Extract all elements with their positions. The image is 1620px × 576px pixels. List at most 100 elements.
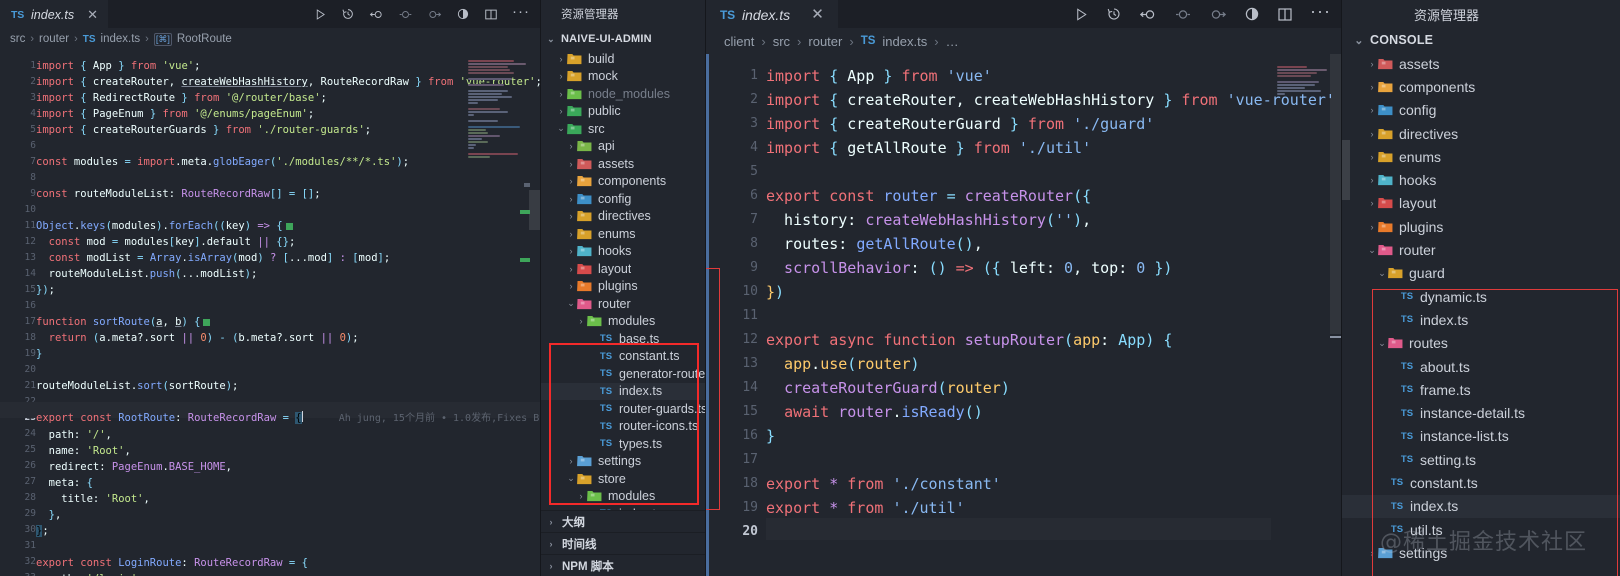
file-item-instance-detail-ts[interactable]: ›TSinstance-detail.ts [1342, 401, 1620, 424]
folder-icon [577, 454, 593, 468]
more-actions-icon[interactable]: ··· [512, 4, 530, 20]
folder-item-hooks[interactable]: › hooks [1342, 168, 1620, 191]
run-icon[interactable] [314, 8, 327, 21]
folder-item-router[interactable]: ⌄ router [1342, 238, 1620, 261]
coverage-icon[interactable] [1244, 6, 1260, 22]
file-item-about-ts[interactable]: ›TSabout.ts [1342, 355, 1620, 378]
folder-item-build[interactable]: › build [541, 50, 705, 68]
breadcrumb-index-ts[interactable]: index.ts [101, 33, 141, 45]
right-code-area[interactable]: 1 2 3 4 5 6 7 8 9 10 11 12 13 14 15 16 1… [706, 54, 1341, 576]
right-editor-scrollbar[interactable] [1330, 54, 1341, 334]
breadcrumb-src[interactable]: src [773, 34, 790, 49]
breadcrumb-ellipsis[interactable]: … [946, 34, 959, 49]
history-icon[interactable] [1106, 6, 1122, 22]
folder-item-assets[interactable]: › assets [541, 155, 705, 173]
tab-index-ts-right[interactable]: TS index.ts ✕ [706, 0, 838, 28]
step-forward-icon[interactable] [1209, 7, 1227, 22]
folder-item-components[interactable]: › components [541, 173, 705, 191]
step-back-icon[interactable] [369, 8, 384, 21]
step-over-icon[interactable] [398, 8, 413, 21]
folder-item-assets[interactable]: › assets [1342, 52, 1620, 75]
right-minimap[interactable] [1277, 66, 1333, 576]
folder-item-hooks[interactable]: › hooks [541, 243, 705, 261]
tab-index-ts-left[interactable]: TS index.ts ✕ [0, 0, 109, 28]
file-item-base-ts[interactable]: ›TSbase.ts [541, 330, 705, 348]
typescript-file-icon: TS [599, 403, 613, 415]
folder-item-store[interactable]: ⌄ store [541, 470, 705, 488]
section-npm-scripts[interactable]: › NPM 脚本 [541, 554, 705, 576]
folder-item-node-modules[interactable]: › node_modules [541, 85, 705, 103]
step-forward-icon[interactable] [427, 8, 442, 21]
folder-item-enums[interactable]: › enums [1342, 145, 1620, 168]
folder-item-router[interactable]: ⌄ router [541, 295, 705, 313]
line-number: 4 [750, 140, 758, 155]
section-timeline[interactable]: › 时间线 [541, 532, 705, 554]
file-item-index-ts[interactable]: ›TSindex.ts [1342, 308, 1620, 331]
folder-item-guard[interactable]: ⌄ guard [1342, 262, 1620, 285]
line-number: 1 [30, 60, 36, 71]
folder-item-directives[interactable]: › directives [541, 208, 705, 226]
folder-item-config[interactable]: › config [541, 190, 705, 208]
history-icon[interactable] [341, 7, 355, 21]
folder-item-modules[interactable]: › modules [541, 488, 705, 506]
left-editor-scrollbar[interactable] [529, 190, 540, 230]
folder-item-routes[interactable]: ⌄ routes [1342, 332, 1620, 355]
breadcrumb-client[interactable]: client [724, 34, 754, 49]
folder-item-api[interactable]: › api [541, 138, 705, 156]
run-icon[interactable] [1074, 7, 1089, 22]
folder-item-layout[interactable]: › layout [1342, 192, 1620, 215]
file-item-setting-ts[interactable]: ›TSsetting.ts [1342, 448, 1620, 471]
breadcrumb-src[interactable]: src [10, 33, 25, 45]
folder-item-public[interactable]: › public [541, 103, 705, 121]
file-item-index-ts[interactable]: ›TSindex.ts [541, 382, 705, 400]
split-editor-icon[interactable] [1277, 7, 1293, 22]
folder-icon [577, 174, 593, 188]
folder-item-layout[interactable]: › layout [541, 260, 705, 278]
right-code-content[interactable]: import { App } from 'vue' import { creat… [758, 54, 1335, 576]
folder-item-enums[interactable]: › enums [541, 225, 705, 243]
step-over-icon[interactable] [1174, 7, 1192, 22]
step-back-icon[interactable] [1139, 7, 1157, 22]
file-item-index-ts[interactable]: ›TSindex.ts [1342, 494, 1620, 518]
folder-item-directives[interactable]: › directives [1342, 122, 1620, 145]
folder-item-plugins[interactable]: › plugins [1342, 215, 1620, 238]
file-item-dynamic-ts[interactable]: ›TSdynamic.ts [1342, 285, 1620, 308]
left-minimap[interactable] [468, 60, 530, 576]
file-item-router-icons-ts[interactable]: ›TSrouter-icons.ts [541, 418, 705, 436]
chevron-right-icon: › [1370, 198, 1374, 209]
folder-item-mock[interactable]: › mock [541, 68, 705, 86]
folder-item-config[interactable]: › config [1342, 99, 1620, 122]
typescript-file-icon: TS [599, 385, 613, 397]
file-item-frame-ts[interactable]: ›TSframe.ts [1342, 378, 1620, 401]
folder-item-settings[interactable]: › settings [541, 453, 705, 471]
file-item-constant-ts[interactable]: ›TSconstant.ts [541, 348, 705, 366]
coverage-icon[interactable] [456, 7, 470, 21]
folder-item-components[interactable]: › components [1342, 75, 1620, 98]
breadcrumb-index-ts[interactable]: index.ts [882, 34, 927, 49]
split-editor-icon[interactable] [484, 8, 498, 21]
file-item-instance-list-ts[interactable]: ›TSinstance-list.ts [1342, 425, 1620, 448]
left-code-area[interactable]: 1 2 3 4 5 6 7 8 9 10 11 12 13 14 15 16 1… [0, 50, 540, 576]
right-explorer-scrollbar[interactable] [1342, 140, 1350, 200]
file-item-generator-routers-ts[interactable]: ›TSgenerator-routers.ts [541, 365, 705, 383]
explorer-root-section[interactable]: ⌄ NAIVE-UI-ADMIN [541, 28, 705, 50]
file-item-constant-ts[interactable]: ›TSconstant.ts [1342, 471, 1620, 494]
breadcrumb-separator: › [761, 33, 766, 49]
breadcrumb-rootroute[interactable]: RootRoute [177, 33, 232, 45]
more-actions-icon[interactable]: ··· [1310, 2, 1331, 20]
folder-item-modules[interactable]: › modules [541, 313, 705, 331]
console-section[interactable]: ⌄ CONSOLE [1342, 28, 1620, 52]
section-outline[interactable]: › 大纲 [541, 510, 705, 532]
breadcrumb-router[interactable]: router [39, 33, 69, 45]
file-item-router-guards-ts[interactable]: ›TSrouter-guards.ts [541, 400, 705, 418]
middle-file-tree[interactable]: › build › mock › node_modules › public ⌄ src › api ›… [541, 50, 705, 523]
right-file-tree[interactable]: › assets › components › config › directives › enu… [1342, 52, 1620, 565]
close-icon[interactable]: ✕ [811, 7, 824, 22]
left-code-content[interactable]: import { App } from 'vue'; import { crea… [36, 50, 540, 576]
breadcrumb-router[interactable]: router [808, 34, 842, 49]
watermark-text: @稀土掘金技术社区 [1380, 530, 1588, 555]
close-icon[interactable]: ✕ [87, 8, 98, 21]
folder-item-plugins[interactable]: › plugins [541, 278, 705, 296]
folder-item-src[interactable]: ⌄ src [541, 120, 705, 138]
file-item-types-ts[interactable]: ›TStypes.ts [541, 435, 705, 453]
